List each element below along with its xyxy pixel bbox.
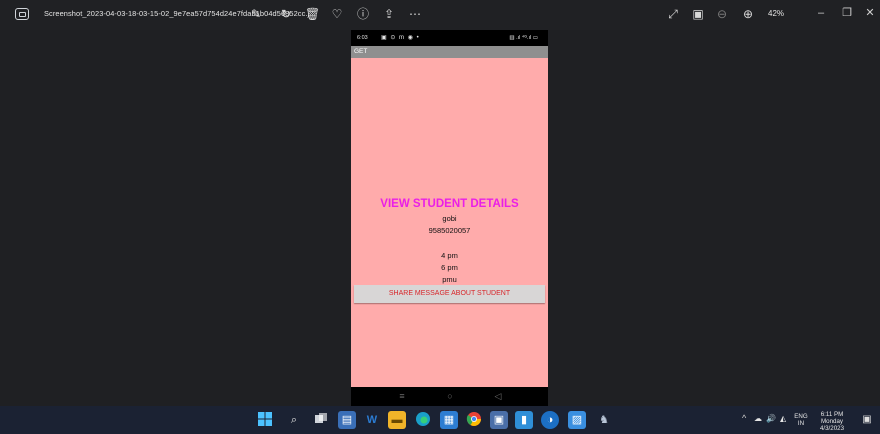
action-bar-title: GET [354,48,368,55]
zoom-level[interactable]: 42% [768,9,784,18]
title-bar: Screenshot_2023-04-03-18-03-15-02_9e7ea5… [0,0,880,30]
recents-icon[interactable]: ≡ [395,391,409,401]
from-time: 4 pm [441,251,458,260]
home-icon[interactable]: ○ [443,391,457,401]
taskbar-clock[interactable]: 6:11 PM Monday 4/3/2023 [814,411,850,432]
notepad-icon[interactable]: ▮ [515,411,533,429]
photos-app-icon [15,8,29,20]
student-location: pmu [442,275,457,284]
window-title: Screenshot_2023-04-03-18-03-15-02_9e7ea5… [44,9,316,18]
page-heading: VIEW STUDENT DETAILS [380,198,519,210]
wifi-icon[interactable]: ◭ [780,415,786,423]
edit-icon[interactable]: ✎ [249,7,263,21]
notification-icon[interactable]: ▣ [860,411,874,429]
student-phone: 9585020057 [428,226,471,235]
tray-overflow-icon[interactable]: ^ [742,414,746,423]
minimize-button[interactable]: – [812,5,830,21]
windows-taskbar: ⌕ ▤ W ▬ ▦ ▣ ▮ ◑ ▨ ♞ ^ ☁ 🔊 ◭ ENG IN 6:11 … [0,406,880,434]
share-icon[interactable]: ⇪ [382,7,396,21]
game-icon[interactable]: ♞ [595,411,613,429]
delete-icon[interactable]: 🗑 [305,7,320,21]
status-time: 6:03 [357,35,368,41]
maximize-button[interactable]: ❐ [838,5,856,21]
phone-nav-bar: ≡ ○ ◁ [351,387,548,406]
clock-date: 4/3/2023 [819,425,845,432]
status-signal-battery: ▥ .ıl ⁴ᴳ.ıl ▭ [509,35,538,41]
windows-start-icon[interactable] [256,411,274,429]
region-code: IN [797,420,805,427]
search-icon[interactable]: ⌕ [285,411,303,429]
photos-icon[interactable]: ▨ [568,411,586,429]
file-explorer-icon[interactable]: ▬ [388,411,406,429]
student-name: gobi [442,214,457,223]
phone-screenshot: 6:03 ▣ ⊙ m ◉ • ▥ .ıl ⁴ᴳ.ıl ▭ GET VIEW ST… [351,30,548,406]
language-indicator[interactable]: ENG IN [793,413,809,427]
slideshow-icon[interactable]: ▣ [691,7,705,21]
fullscreen-icon[interactable]: ⤢ [666,7,680,21]
back-icon[interactable]: ◁ [491,391,505,401]
store-icon[interactable]: ▦ [440,411,458,429]
zoom-out-icon[interactable]: ⊖ [715,7,729,21]
task-view-icon[interactable] [312,411,330,429]
clock-time: 6:11 PM [820,411,844,418]
app-generic-icon[interactable]: ▣ [490,411,508,429]
widgets-icon[interactable]: ▤ [338,411,356,429]
app-content: VIEW STUDENT DETAILS gobi 9585020057 4 p… [351,58,548,387]
edge-icon[interactable] [414,411,432,429]
language-code: ENG [794,413,808,420]
clock-day: Monday [820,418,843,425]
app-blue-icon[interactable]: ◑ [541,411,559,429]
zoom-in-icon[interactable]: ⊕ [741,7,755,21]
status-notification-icons: ▣ ⊙ m ◉ • [381,35,420,41]
more-icon[interactable]: ⋯ [408,7,422,21]
chrome-icon[interactable] [465,411,483,429]
rotate-icon[interactable]: ↻ [279,7,293,21]
phone-status-bar: 6:03 ▣ ⊙ m ◉ • ▥ .ıl ⁴ᴳ.ıl ▭ [351,30,548,46]
favorite-icon[interactable]: ♡ [330,7,344,21]
word-icon[interactable]: W [363,411,381,429]
close-button[interactable]: ✕ [861,5,879,21]
share-message-button[interactable]: SHARE MESSAGE ABOUT STUDENT [354,285,545,303]
to-time: 6 pm [441,263,458,272]
info-icon[interactable]: ⓘ [356,7,370,21]
volume-icon[interactable]: 🔊 [766,415,776,423]
cloud-icon[interactable]: ☁ [754,415,762,423]
app-action-bar: GET [351,46,548,58]
